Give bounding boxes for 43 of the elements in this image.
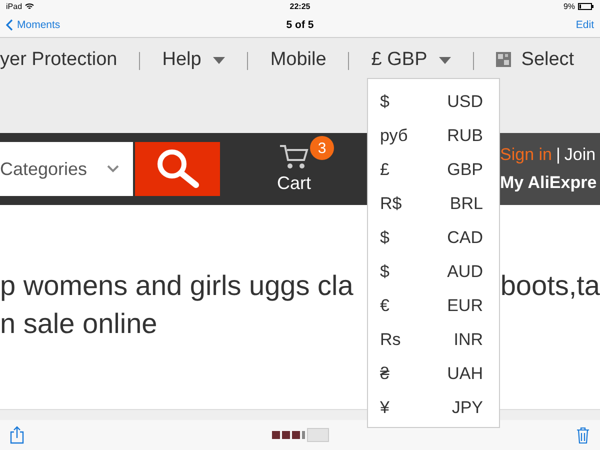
- link-separator: |: [556, 145, 560, 165]
- edit-button[interactable]: Edit: [576, 18, 594, 30]
- top-link[interactable]: Mobile: [270, 49, 326, 71]
- top-menu[interactable]: Help: [162, 49, 226, 71]
- share-icon[interactable]: [10, 426, 24, 444]
- cart-button[interactable]: Cart: [277, 144, 312, 194]
- currency-option[interactable]: R$ BRL: [368, 187, 499, 221]
- join-link[interactable]: Join: [564, 145, 596, 165]
- product-title: p womens and girls uggs cla: [0, 270, 354, 302]
- top-menu[interactable]: £ GBP: [371, 49, 452, 71]
- cart-count-badge: 3: [310, 136, 334, 160]
- category-select[interactable]: Categories: [0, 142, 133, 196]
- search-icon: [154, 148, 200, 190]
- chevron-down-icon: [107, 165, 119, 173]
- search-button[interactable]: [135, 142, 220, 196]
- currency-option[interactable]: ₴ UAH: [368, 357, 499, 391]
- currency-option[interactable]: $ AUD: [368, 255, 499, 289]
- back-button[interactable]: Moments: [6, 18, 60, 30]
- photo-thumbnail[interactable]: [306, 428, 328, 442]
- currency-option[interactable]: € EUR: [368, 289, 499, 323]
- currency-option[interactable]: £ GBP: [368, 153, 499, 187]
- product-title: boots,ta: [500, 270, 600, 302]
- photo-counter: 5 of 5: [286, 18, 314, 30]
- battery-percent: 9%: [563, 2, 575, 10]
- product-title: n sale online: [0, 308, 158, 340]
- battery-icon: [578, 2, 594, 10]
- flag-icon: [496, 52, 512, 67]
- device-name: iPad: [6, 2, 22, 10]
- caret-icon: [439, 56, 452, 64]
- trash-icon[interactable]: [576, 426, 590, 444]
- top-link[interactable]: yer Protection: [0, 49, 118, 71]
- chevron-left-icon: [6, 18, 13, 30]
- currency-option[interactable]: Rs INR: [368, 323, 499, 357]
- caret-icon: [213, 56, 226, 64]
- currency-option[interactable]: $ USD: [368, 85, 499, 119]
- wifi-icon: [25, 2, 34, 10]
- top-link[interactable]: Select: [521, 49, 574, 71]
- status-time: 22:25: [290, 2, 310, 10]
- cart-icon: [279, 144, 309, 170]
- account-link[interactable]: My AliExpre: [500, 173, 600, 193]
- currency-option[interactable]: руб RUB: [368, 119, 499, 153]
- currency-option[interactable]: ¥ JPY: [368, 391, 499, 425]
- currency-option[interactable]: $ CAD: [368, 221, 499, 255]
